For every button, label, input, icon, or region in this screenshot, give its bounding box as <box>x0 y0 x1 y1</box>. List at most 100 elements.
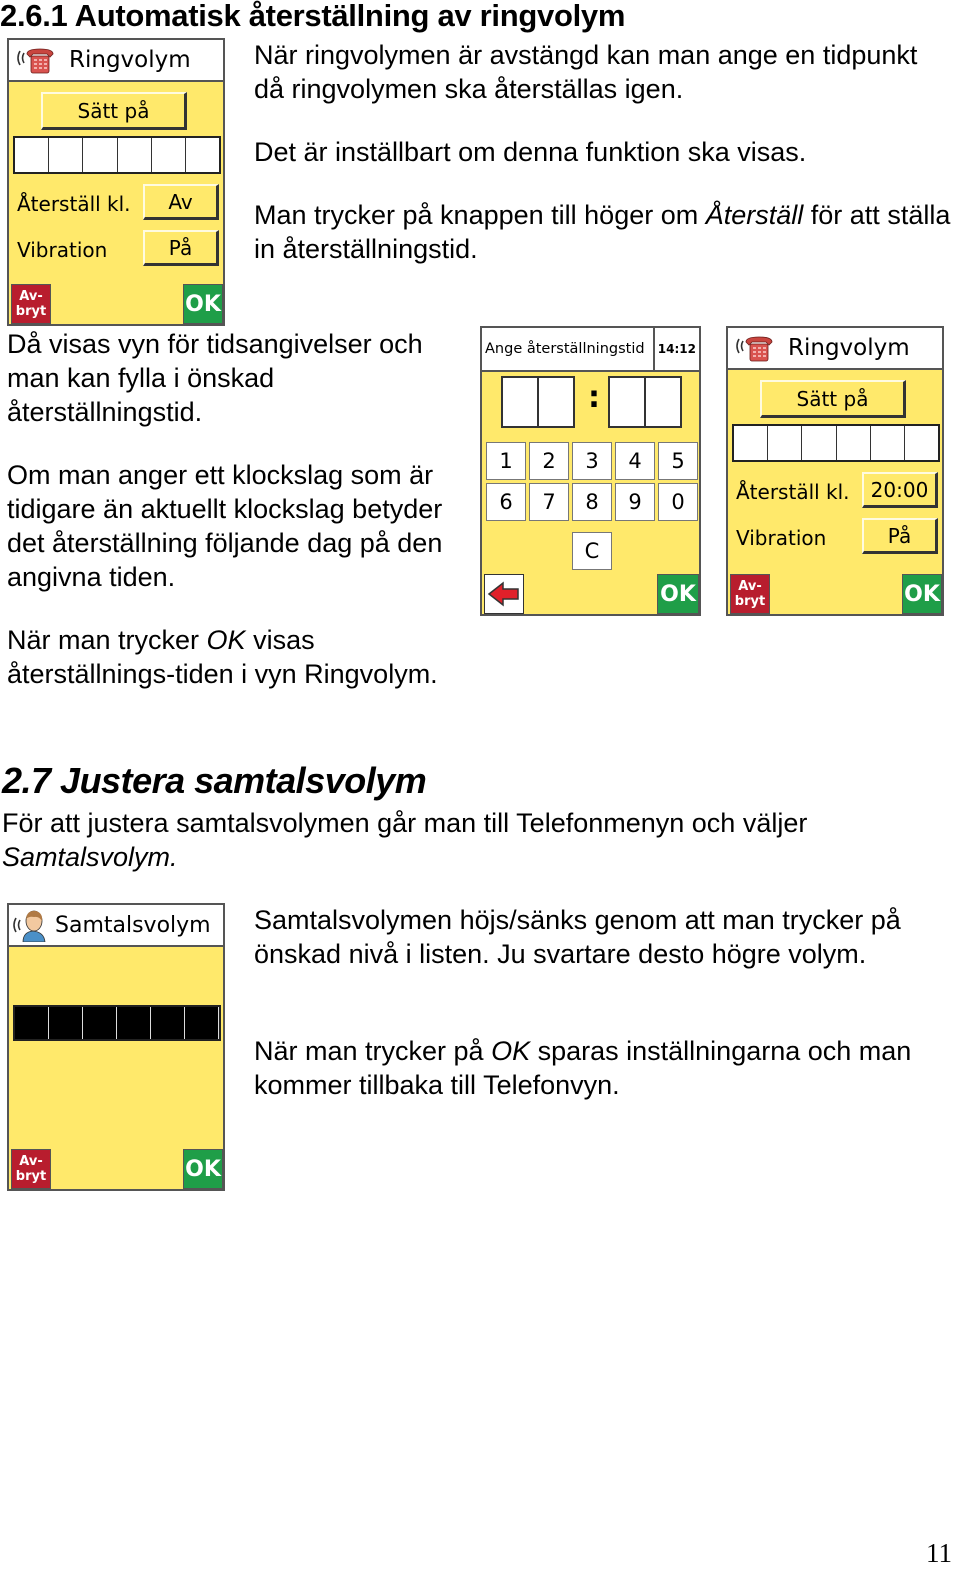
ring-volume-level-bar[interactable] <box>13 136 221 174</box>
section-heading-2-6-1: 2.6.1 Automatisk återställning av ringvo… <box>0 0 626 33</box>
paragraph: När man trycker på OK sparas inställning… <box>254 1034 954 1102</box>
ring-volume-level-bar[interactable] <box>732 424 940 462</box>
volume-level-segment[interactable] <box>185 1007 219 1039</box>
volume-level-segment[interactable] <box>117 138 152 172</box>
volume-level-segment[interactable] <box>836 426 871 460</box>
volume-level-segment[interactable] <box>734 426 769 460</box>
paragraph: För att justera samtalsvolymen går man t… <box>2 806 952 874</box>
ok-button[interactable]: OK <box>657 574 699 614</box>
cancel-button[interactable]: Av- bryt <box>11 1149 51 1189</box>
paragraph: Då visas vyn för tidsangivelser och man … <box>7 329 423 427</box>
reset-time-button[interactable]: Av <box>143 184 219 220</box>
paragraph: Man trycker på knappen till höger om Åte… <box>254 198 954 266</box>
screen-title: Samtalsvolym <box>55 912 211 938</box>
emphasis: OK <box>206 625 246 655</box>
earlier-time-text: Om man anger ett klockslag som är tidiga… <box>7 458 472 594</box>
text-run: När man trycker på <box>254 1036 492 1066</box>
keypad-key-5[interactable]: 5 <box>658 442 698 480</box>
keypad-key-2[interactable]: 2 <box>529 442 569 480</box>
call-volume-level-bar[interactable] <box>13 1005 221 1041</box>
volume-level-segment[interactable] <box>83 138 118 172</box>
turn-on-button[interactable]: Sätt på <box>41 92 187 130</box>
emphasis: Samtalsvolym. <box>2 842 178 872</box>
paragraph: När man trycker OK visas återställnings-… <box>7 623 472 691</box>
speaking-person-icon <box>11 907 51 943</box>
volume-level-segment[interactable] <box>768 426 803 460</box>
keypad-key-0[interactable]: 0 <box>658 483 698 521</box>
paragraph: Samtalsvolymen höjs/sänks genom att man … <box>254 905 901 969</box>
text-run: För att justera samtalsvolymen går man t… <box>2 808 808 838</box>
ringing-phone-icon <box>730 330 776 366</box>
section-heading-2-7: 2.7 Justera samtalsvolym <box>2 760 427 801</box>
keypad-key-7[interactable]: 7 <box>529 483 569 521</box>
ringvolym-screen-set: Ringvolym Sätt på Återställ kl. 20:00 Vi… <box>726 326 944 616</box>
paragraph: Om man anger ett klockslag som är tidiga… <box>7 460 443 592</box>
time-view-text: Då visas vyn för tidsangivelser och man … <box>7 327 472 429</box>
volume-level-segment[interactable] <box>151 138 186 172</box>
volume-adjust-text: Samtalsvolymen höjs/sänks genom att man … <box>254 903 954 971</box>
current-time: 14:12 <box>652 328 699 370</box>
keypad-key-3[interactable]: 3 <box>572 442 612 480</box>
keypad-key-9[interactable]: 9 <box>615 483 655 521</box>
volume-level-segment[interactable] <box>904 426 939 460</box>
ringing-phone-icon <box>11 42 57 78</box>
ok-button[interactable]: OK <box>183 284 223 324</box>
turn-on-button[interactable]: Sätt på <box>760 380 906 418</box>
vibration-label: Vibration <box>736 526 827 550</box>
screen-header: Ange återställningstid 14:12 <box>482 328 699 372</box>
emphasis: OK <box>491 1036 531 1066</box>
samtalsvolym-intro-text: För att justera samtalsvolymen går man t… <box>2 806 952 874</box>
keypad-key-8[interactable]: 8 <box>572 483 612 521</box>
volume-level-segment[interactable] <box>185 138 220 172</box>
volume-level-segment[interactable] <box>802 426 837 460</box>
time-separator: : <box>588 380 600 415</box>
cancel-button[interactable]: Av- bryt <box>11 284 51 324</box>
volume-level-segment[interactable] <box>870 426 905 460</box>
keypad-key-4[interactable]: 4 <box>615 442 655 480</box>
volume-level-segment[interactable] <box>117 1007 151 1039</box>
back-button[interactable] <box>484 574 524 614</box>
screen-header: Ringvolym <box>728 328 942 370</box>
text-run: Man trycker på knappen till höger om <box>254 200 706 230</box>
volume-level-segment[interactable] <box>49 1007 83 1039</box>
ok-shows-time-text: När man trycker OK visas återställnings-… <box>7 623 472 691</box>
emphasis: Återställ <box>705 200 804 230</box>
minute-tens-field[interactable] <box>608 376 646 428</box>
volume-level-segment[interactable] <box>83 1007 117 1039</box>
reset-time-label: Återställ kl. <box>17 192 131 216</box>
hour-ones-field[interactable] <box>537 376 575 428</box>
screen-header: Ringvolym <box>9 40 223 82</box>
screen-title: Ringvolym <box>788 335 910 361</box>
vibration-button[interactable]: På <box>862 518 938 554</box>
keypad-key-1[interactable]: 1 <box>486 442 526 480</box>
reset-instruction-text: Man trycker på knappen till höger om Åte… <box>254 198 954 266</box>
keypad-key-6[interactable]: 6 <box>486 483 526 521</box>
cancel-button[interactable]: Av- bryt <box>730 574 770 614</box>
text-run: När man trycker <box>7 625 207 655</box>
hour-tens-field[interactable] <box>501 376 539 428</box>
volume-level-segment[interactable] <box>15 138 50 172</box>
reset-time-label: Återställ kl. <box>736 480 850 504</box>
clear-key[interactable]: C <box>572 532 612 570</box>
ok-saves-text: När man trycker på OK sparas inställning… <box>254 1034 954 1102</box>
volume-level-segment[interactable] <box>151 1007 185 1039</box>
paragraph: Det är inställbart om denna funktion ska… <box>254 137 807 167</box>
volume-level-segment[interactable] <box>49 138 84 172</box>
vibration-button[interactable]: På <box>143 230 219 266</box>
paragraph: När ringvolymen är avstängd kan man ange… <box>254 40 918 104</box>
vibration-label: Vibration <box>17 238 108 262</box>
page-number: 11 <box>926 1538 952 1568</box>
minute-ones-field[interactable] <box>644 376 682 428</box>
ok-button[interactable]: OK <box>183 1149 223 1189</box>
ringvolym-screen-off: Ringvolym Sätt på Återställ kl. Av Vibra… <box>7 38 225 326</box>
left-arrow-icon <box>487 581 519 607</box>
ok-button[interactable]: OK <box>902 574 942 614</box>
setting-text: Det är inställbart om denna funktion ska… <box>254 135 954 169</box>
screen-header: Samtalsvolym <box>9 905 223 947</box>
samtalsvolym-screen: Samtalsvolym Av- bryt OK <box>7 903 225 1191</box>
screen-title: Ringvolym <box>69 47 191 73</box>
volume-level-segment[interactable] <box>15 1007 49 1039</box>
time-entry-screen: Ange återställningstid 14:12 : 12345 6789… <box>480 326 701 616</box>
intro-text: När ringvolymen är avstängd kan man ange… <box>254 38 954 106</box>
reset-time-button[interactable]: 20:00 <box>862 472 938 508</box>
